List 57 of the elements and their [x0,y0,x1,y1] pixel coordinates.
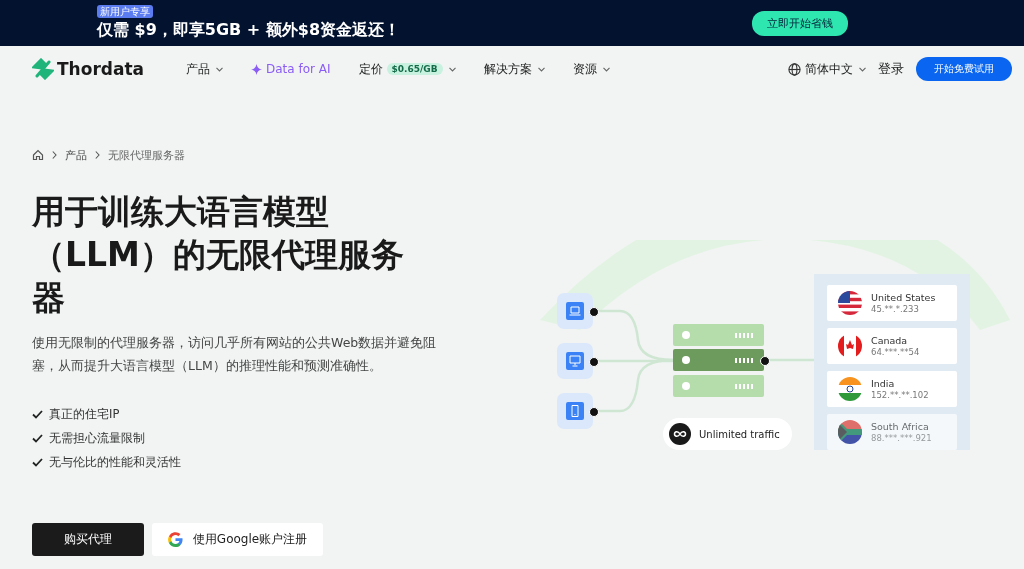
ip-address: 64.***.**54 [871,346,920,358]
chevron-down-icon [859,66,866,72]
monitor-icon [566,352,584,370]
chevron-down-icon [216,66,223,72]
ip-address: 152.**.**.102 [871,389,929,401]
promo-badge: 新用户专享 [97,4,153,18]
login-link[interactable]: 登录 [878,60,904,78]
nav-dropdown[interactable]: 定价 $0.65/GB [358,60,456,78]
language-selector[interactable]: 简体中文 [788,60,866,78]
chevron-right-icon [52,151,57,159]
feature-text: 无与伦比的性能和灵活性 [49,454,181,471]
country-name: South Africa [871,420,930,433]
feature-text: 无需担心流量限制 [49,430,145,447]
price-badge: $0.65/GB [386,63,443,75]
flag-icon [838,420,862,444]
connector-dot [589,357,599,367]
breadcrumb-item[interactable]: 产品 [65,147,87,163]
chevron-down-icon [602,66,610,72]
country-name: India [871,377,896,390]
nav-link[interactable]: Data for AI [251,60,331,78]
tablet-icon [566,402,584,420]
globe-icon [788,62,801,76]
ip-address: 88.***.***.921 [871,432,932,444]
promo-headline: 仅需 $9，即享5GB + 额外$8资金返还！ [97,18,401,41]
connector-dot [589,407,599,417]
flag-icon [838,377,862,401]
nav-dropdown[interactable]: 解决方案 [483,60,545,78]
sparkle-icon [251,63,262,75]
country-name: Canada [871,334,909,347]
breadcrumb-item[interactable]: 无限代理服务器 [108,147,185,163]
chevron-down-icon [537,66,545,72]
nav-dropdown[interactable]: 资源 [572,60,610,78]
logo-text[interactable]: Thordata [57,59,144,79]
connector-dot [589,307,599,317]
hero-description: 使用无限制的代理服务器，访问几乎所有网站的公共Web数据并避免阻塞，从而提升大语言模型（LLM）的推理性能和预测准确性。 [32,334,438,375]
google-g-icon [167,532,183,547]
start-saving-button[interactable]: 立即开始省钱 [752,10,848,36]
infinity-icon [669,423,691,445]
check-icon [32,458,43,467]
chevron-right-icon [95,151,100,159]
check-icon [32,410,43,419]
home-icon[interactable] [32,149,44,161]
nav-dropdown[interactable]: 产品 [186,60,223,78]
country-name: United States [871,291,936,304]
ip-address: 45.**.*.233 [871,303,920,315]
hero-title: 用于训练大语言模型（LLM）的无限代理服务器 [32,191,405,319]
flag-icon [838,291,862,315]
traffic-label: Unlimited traffic [699,428,780,440]
check-icon [32,434,43,443]
chevron-down-icon [448,66,456,72]
feature-text: 真正的住宅IP [49,406,120,423]
connector-dot [760,356,770,366]
google-signup-button[interactable]: 使用Google账户注册 [152,523,323,556]
buy-proxy-button[interactable]: 购买代理 [32,523,144,556]
laptop-icon [566,302,584,320]
free-trial-button[interactable]: 开始免费试用 [916,57,1012,81]
flag-icon [838,334,862,358]
